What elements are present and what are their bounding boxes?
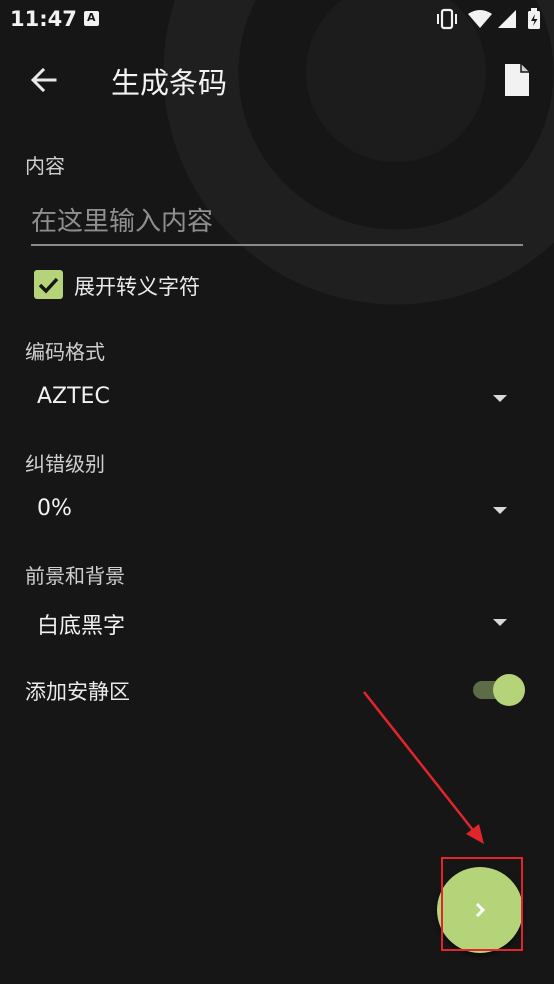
input-underline bbox=[31, 244, 523, 246]
arrow-left-icon bbox=[30, 67, 57, 93]
dropdown-arrow-icon bbox=[493, 619, 507, 626]
status-icons bbox=[436, 8, 546, 34]
check-icon bbox=[38, 277, 59, 294]
notification-app-icon-letter: A bbox=[87, 11, 96, 24]
wifi-icon bbox=[468, 10, 492, 28]
content-input-wrapper bbox=[31, 200, 523, 246]
expand-escape-checkbox[interactable] bbox=[34, 270, 63, 299]
document-button[interactable] bbox=[502, 62, 532, 98]
signal-icon bbox=[498, 10, 516, 28]
battery-icon bbox=[528, 8, 540, 29]
quiet-zone-row: 添加安静区 bbox=[25, 672, 525, 708]
chevron-right-icon bbox=[475, 902, 486, 918]
error-correction-value: 0% bbox=[37, 496, 72, 521]
format-label: 编码格式 bbox=[25, 340, 105, 364]
expand-escape-label: 展开转义字符 bbox=[74, 275, 200, 299]
back-button[interactable] bbox=[26, 62, 62, 98]
dropdown-arrow-icon bbox=[493, 395, 507, 402]
document-icon bbox=[505, 64, 529, 96]
status-time: 11:47 bbox=[10, 7, 77, 31]
colors-label: 前景和背景 bbox=[25, 564, 125, 588]
quiet-zone-label: 添加安静区 bbox=[25, 680, 130, 704]
format-value: AZTEC bbox=[37, 384, 110, 409]
format-select[interactable]: AZTEC bbox=[37, 378, 507, 418]
colors-value: 白底黑字 bbox=[37, 614, 126, 639]
content-input[interactable] bbox=[31, 200, 523, 244]
error-correction-select[interactable]: 0% bbox=[37, 490, 507, 530]
dropdown-arrow-icon bbox=[493, 507, 507, 514]
generate-next-fab[interactable] bbox=[437, 867, 523, 953]
quiet-zone-switch-thumb[interactable] bbox=[493, 674, 525, 706]
error-correction-label: 纠错级别 bbox=[25, 452, 105, 476]
status-bar: 11:47 A bbox=[0, 0, 554, 38]
app-toolbar: 生成条码 bbox=[0, 40, 554, 120]
vibrate-icon bbox=[437, 8, 457, 30]
page-title: 生成条码 bbox=[111, 66, 228, 100]
content-label: 内容 bbox=[25, 154, 65, 178]
notification-app-icon: A bbox=[84, 11, 99, 26]
colors-select[interactable]: 白底黑字 bbox=[37, 602, 507, 642]
